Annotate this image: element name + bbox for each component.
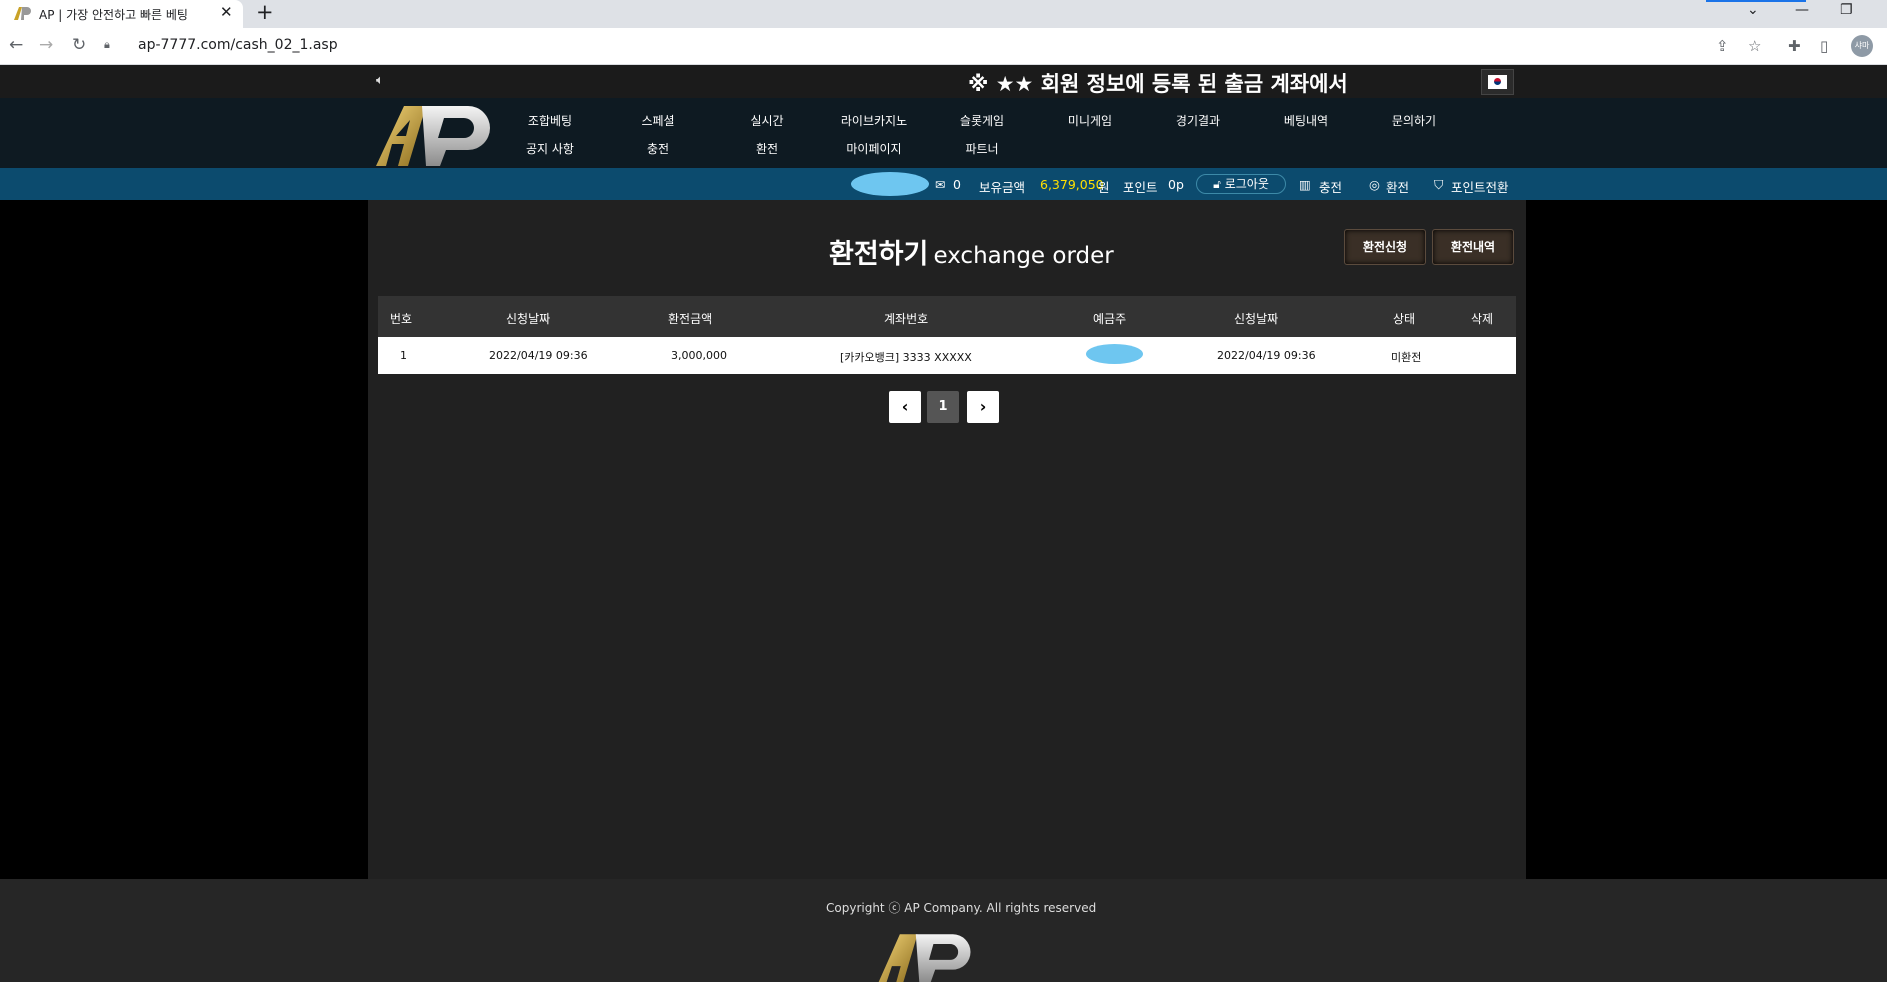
korea-flag-icon[interactable] xyxy=(1481,69,1514,95)
page-number-button[interactable]: 1 xyxy=(927,391,959,423)
nav-inquiry[interactable]: 문의하기 xyxy=(1369,112,1459,129)
url-text[interactable]: ap-7777.com/cash_02_1.asp xyxy=(138,37,338,53)
page-title-en: exchange order xyxy=(933,243,1114,269)
copyright-text: Copyright ⓒ AP Company. All rights reser… xyxy=(826,901,1097,915)
browser-tab[interactable]: AP | 가장 안전하고 빠른 베팅 ✕ xyxy=(0,0,243,28)
deposit-link[interactable]: 충전 xyxy=(1319,177,1342,196)
footer-ap-logo xyxy=(878,934,971,982)
notice-text: ※ ★★ 회원 정보에 등록 된 출금 계좌에서 xyxy=(968,72,1348,96)
lock-icon: 🔓︎ xyxy=(1213,177,1221,191)
new-tab-button[interactable]: + xyxy=(256,0,274,24)
nav-slot-game[interactable]: 슬롯게임 xyxy=(937,112,1027,129)
tab-title: AP | 가장 안전하고 빠른 베팅 xyxy=(39,8,188,22)
restore-icon[interactable]: ❐ xyxy=(1840,2,1853,18)
chevron-down-icon[interactable]: ⌄ xyxy=(1747,2,1759,18)
withdraw-history-button[interactable]: 환전내역 xyxy=(1432,229,1514,265)
nav-mypage[interactable]: 마이페이지 xyxy=(829,140,919,157)
close-tab-icon[interactable]: ✕ xyxy=(220,3,233,21)
user-status-bar: ✉ 0 보유금액 6,379,050 원 포인트 0p 🔓︎ 로그아웃 ▥ 충전… xyxy=(0,168,1887,200)
page-title: 환전하기 exchange order xyxy=(829,232,1114,271)
ap-logo[interactable] xyxy=(374,100,502,170)
nav-mini-game[interactable]: 미니게임 xyxy=(1045,112,1135,129)
th-account-holder: 예금주 xyxy=(1093,312,1127,326)
table-row[interactable]: 1 2022/04/19 09:36 3,000,000 [카카오뱅크] 333… xyxy=(378,337,1516,374)
footer: Copyright ⓒ AP Company. All rights reser… xyxy=(0,879,1887,982)
message-count[interactable]: 0 xyxy=(953,177,961,192)
back-arrow-icon[interactable]: ← xyxy=(9,35,23,55)
nav-withdraw[interactable]: 환전 xyxy=(722,140,812,157)
nav-live[interactable]: 실시간 xyxy=(722,112,812,129)
next-page-button[interactable]: › xyxy=(967,391,999,423)
th-delete: 삭제 xyxy=(1471,312,1494,326)
point-value: 0p xyxy=(1168,177,1184,192)
page-title-ko: 환전하기 xyxy=(829,239,929,270)
nav-notice[interactable]: 공지 사항 xyxy=(505,140,595,157)
withdraw-content-panel: 환전하기 exchange order 환전신청 환전내역 번호 신청날짜 환전… xyxy=(368,200,1526,879)
prev-page-button[interactable]: ‹ xyxy=(889,391,921,423)
nav-deposit[interactable]: 충전 xyxy=(613,140,703,157)
address-bar: ← → ↻ 🔒︎ ap-7777.com/cash_02_1.asp ⇪ ☆ ✚… xyxy=(0,28,1887,65)
cell-apply-date: 2022/04/19 09:36 xyxy=(489,349,588,362)
nav-special[interactable]: 스페셜 xyxy=(613,112,703,129)
browser-tab-strip: AP | 가장 안전하고 빠른 베팅 ✕ + ⌄ — ❐ xyxy=(0,0,1887,28)
nav-partner[interactable]: 파트너 xyxy=(937,140,1027,157)
notice-ticker: 🔈︎ ※ ★★ 회원 정보에 등록 된 출금 계좌에서 xyxy=(0,65,1887,98)
nav-game-results[interactable]: 경기결과 xyxy=(1153,112,1243,129)
nav-live-casino[interactable]: 라이브카지노 xyxy=(829,112,919,129)
reload-icon[interactable]: ↻ xyxy=(72,35,86,55)
site-page: 🔈︎ ※ ★★ 회원 정보에 등록 된 출금 계좌에서 조합베팅 스페셜 실시간… xyxy=(0,65,1887,982)
cell-status: 미환전 xyxy=(1391,351,1422,364)
main-navigation: 조합베팅 스페셜 실시간 라이브카지노 슬롯게임 미니게임 경기결과 베팅내역 … xyxy=(0,98,1887,168)
profile-avatar[interactable]: 샤마 xyxy=(1851,35,1873,57)
withdraw-icon[interactable]: ◎ xyxy=(1369,177,1380,192)
nav-combo-bet[interactable]: 조합베팅 xyxy=(505,112,595,129)
balance-value: 6,379,050 xyxy=(1040,177,1104,192)
cell-number: 1 xyxy=(400,349,407,362)
balance-label: 보유금액 xyxy=(979,180,1026,195)
side-panel-icon[interactable]: ▯ xyxy=(1820,37,1828,55)
lock-icon: 🔒︎ xyxy=(104,38,110,51)
logout-button[interactable]: 🔓︎ 로그아웃 xyxy=(1196,174,1286,194)
extensions-icon[interactable]: ✚ xyxy=(1788,37,1801,55)
th-amount: 환전금액 xyxy=(668,312,713,326)
table-header: 번호 신청날짜 환전금액 계좌번호 예금주 신청날짜 상태 삭제 xyxy=(378,296,1516,337)
logout-label: 로그아웃 xyxy=(1224,177,1269,191)
mail-icon[interactable]: ✉ xyxy=(935,177,945,192)
share-icon[interactable]: ⇪ xyxy=(1716,37,1729,55)
point-label: 포인트 xyxy=(1123,180,1158,195)
balance-unit: 원 xyxy=(1098,180,1110,195)
withdraw-apply-button[interactable]: 환전신청 xyxy=(1344,229,1426,265)
redacted-username xyxy=(851,172,929,196)
url-field[interactable]: 🔒︎ ap-7777.com/cash_02_1.asp xyxy=(104,34,1734,58)
th-apply-date: 신청날짜 xyxy=(506,312,551,326)
th-status: 상태 xyxy=(1393,312,1416,326)
cell-apply-date-2: 2022/04/19 09:36 xyxy=(1217,349,1316,362)
redacted-account-holder xyxy=(1086,344,1143,364)
point-convert-link[interactable]: 포인트전환 xyxy=(1451,177,1509,196)
forward-arrow-icon[interactable]: → xyxy=(39,35,53,55)
cell-amount: 3,000,000 xyxy=(671,349,727,362)
site-favicon-icon xyxy=(14,7,31,20)
deposit-icon[interactable]: ▥ xyxy=(1299,177,1311,192)
nav-bet-history[interactable]: 베팅내역 xyxy=(1261,112,1351,129)
cell-account-number: [카카오뱅크] 3333 XXXXX xyxy=(840,351,972,364)
point-shield-icon[interactable]: ⛉ xyxy=(1434,177,1443,193)
bookmark-star-icon[interactable]: ☆ xyxy=(1748,37,1761,55)
speaker-icon: 🔈︎ xyxy=(376,73,384,88)
th-apply-date-2: 신청날짜 xyxy=(1234,312,1279,326)
th-number: 번호 xyxy=(390,312,413,326)
th-account-number: 계좌번호 xyxy=(884,312,929,326)
withdraw-link[interactable]: 환전 xyxy=(1386,177,1409,196)
minimize-icon[interactable]: — xyxy=(1795,2,1809,18)
